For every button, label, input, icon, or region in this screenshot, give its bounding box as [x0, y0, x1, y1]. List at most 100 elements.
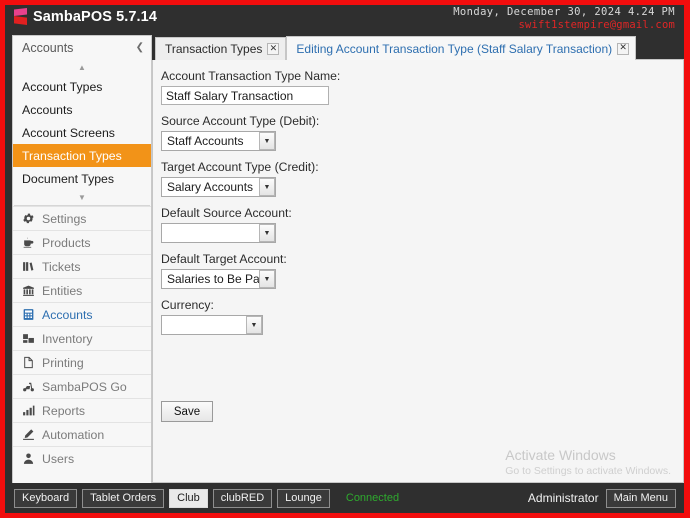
- chevron-down-icon[interactable]: ▼: [259, 270, 275, 288]
- label-default-target-account: Default Target Account:: [161, 252, 287, 266]
- field-group-default-target-account: Default Target Account: Salaries to Be P…: [161, 252, 683, 289]
- label-account-transaction-type-name: Account Transaction Type Name:: [161, 69, 341, 83]
- calculator-icon: [21, 308, 35, 322]
- field-group-default-source-account: Default Source Account: ▼: [161, 206, 683, 243]
- target-account-type-value: Salary Accounts: [167, 180, 254, 194]
- user-icon: [21, 452, 35, 466]
- brand-block: SambaPOS 5.7.14: [12, 8, 157, 26]
- sidebar-item-account-types[interactable]: Account Types: [13, 75, 151, 98]
- application-inner: SambaPOS 5.7.14 Monday, December 30, 202…: [5, 5, 684, 513]
- sidebar-item-label: Tickets: [42, 259, 81, 274]
- sidebar-header: Accounts ❮: [13, 36, 151, 60]
- tab-editing-account-transaction-type[interactable]: Editing Account Transaction Type (Staff …: [286, 36, 637, 60]
- chevron-down-icon[interactable]: ▼: [13, 190, 151, 205]
- books-icon: [21, 260, 35, 274]
- sidebar-title: Accounts: [22, 41, 74, 55]
- default-target-account-value: Salaries to Be Paid: [167, 272, 259, 286]
- tablet-orders-button[interactable]: Tablet Orders: [82, 488, 165, 508]
- tab-strip-filler: [636, 37, 684, 60]
- sidebar-item-label: Users: [42, 451, 75, 466]
- sidebar-item-accounts[interactable]: Accounts: [13, 98, 151, 121]
- sidebar-item-settings[interactable]: Settings: [13, 206, 151, 230]
- tab-label: Transaction Types: [165, 42, 263, 56]
- sidebar-item-label: Accounts: [42, 307, 93, 322]
- scooter-icon: [21, 380, 35, 394]
- label-source-account-type: Source Account Type (Debit):: [161, 114, 320, 128]
- chevron-down-icon[interactable]: ▼: [259, 224, 275, 242]
- sidebar-item-label: Settings: [42, 211, 87, 226]
- status-bar: Keyboard Tablet Orders Club clubRED Loun…: [5, 483, 684, 513]
- content-area: Account Transaction Type Name: Source Ac…: [152, 60, 684, 483]
- save-button[interactable]: Save: [161, 401, 213, 422]
- tab-strip: Transaction Types ✕ Editing Account Tran…: [152, 35, 684, 60]
- page-icon: [21, 356, 35, 370]
- sidebar-item-reports[interactable]: Reports: [13, 398, 151, 422]
- label-default-source-account: Default Source Account:: [161, 206, 292, 220]
- sidebar-item-account-screens[interactable]: Account Screens: [13, 121, 151, 144]
- sidebar-item-label: Account Types: [22, 79, 103, 94]
- chevron-down-icon[interactable]: ▼: [259, 132, 275, 150]
- tab-label: Editing Account Transaction Type (Staff …: [296, 41, 613, 56]
- watermark-subtitle: Go to Settings to activate Windows.: [505, 464, 671, 477]
- lounge-button[interactable]: Lounge: [277, 488, 330, 508]
- source-account-type-select[interactable]: Staff Accounts ▼: [161, 131, 276, 151]
- sidebar-item-printing[interactable]: Printing: [13, 350, 151, 374]
- sidebar-item-inventory[interactable]: Inventory: [13, 326, 151, 350]
- bar-chart-icon: [21, 404, 35, 418]
- sidebar-item-label: Products: [42, 235, 91, 250]
- main-menu-button[interactable]: Main Menu: [605, 488, 676, 508]
- body-region: Accounts ❮ ▲ Account Types Accounts Acco…: [5, 35, 684, 483]
- sidebar-item-transaction-types[interactable]: Transaction Types: [13, 144, 151, 167]
- sidebar-item-label: Account Screens: [22, 125, 115, 140]
- title-bar: SambaPOS 5.7.14 Monday, December 30, 202…: [5, 5, 684, 35]
- bank-building-icon: [21, 284, 35, 298]
- source-account-type-value: Staff Accounts: [167, 134, 244, 148]
- sidebar-item-label: Automation: [42, 427, 105, 442]
- account-transaction-type-name-input[interactable]: [161, 86, 329, 105]
- app-title: SambaPOS 5.7.14: [33, 9, 158, 25]
- label-currency: Currency:: [161, 298, 214, 312]
- label-target-account-type: Target Account Type (Credit):: [161, 160, 319, 174]
- close-icon[interactable]: ✕: [267, 43, 280, 55]
- gear-icon: [21, 212, 35, 226]
- chevron-up-icon[interactable]: ▲: [13, 60, 151, 75]
- sidebar-item-label: Accounts: [22, 102, 73, 117]
- sambapos-logo-icon: [12, 8, 28, 26]
- coffee-cup-icon: [21, 236, 35, 250]
- status-bar-right: Administrator Main Menu: [528, 488, 676, 508]
- sidebar-item-automation[interactable]: Automation: [13, 422, 151, 446]
- sidebar-item-entities[interactable]: Entities: [13, 278, 151, 302]
- sidebar-item-products[interactable]: Products: [13, 230, 151, 254]
- sidebar-item-label: Document Types: [22, 171, 115, 186]
- sidebar-item-tickets[interactable]: Tickets: [13, 254, 151, 278]
- clubred-button[interactable]: clubRED: [212, 488, 273, 508]
- pen-icon: [21, 428, 35, 442]
- field-group-name: Account Transaction Type Name:: [161, 69, 683, 105]
- target-account-type-select[interactable]: Salary Accounts ▼: [161, 177, 276, 197]
- boxes-icon: [21, 332, 35, 346]
- chevron-left-icon[interactable]: ❮: [136, 43, 144, 53]
- status-bar-left: Keyboard Tablet Orders Club clubRED Loun…: [14, 488, 399, 508]
- watermark-title: Activate Windows: [505, 447, 616, 464]
- sidebar-item-document-types[interactable]: Document Types: [13, 167, 151, 190]
- sidebar-item-label: Inventory: [42, 331, 93, 346]
- chevron-down-icon[interactable]: ▼: [246, 316, 262, 334]
- close-icon[interactable]: ✕: [617, 42, 630, 55]
- activate-windows-watermark: Activate Windows Go to Settings to activ…: [505, 447, 671, 478]
- tab-transaction-types[interactable]: Transaction Types ✕: [155, 37, 287, 60]
- sidebar-item-users[interactable]: Users: [13, 446, 151, 470]
- default-source-account-select[interactable]: ▼: [161, 223, 276, 243]
- club-button[interactable]: Club: [169, 488, 208, 508]
- sidebar-item-sambapos-go[interactable]: SambaPOS Go: [13, 374, 151, 398]
- keyboard-button[interactable]: Keyboard: [14, 488, 78, 508]
- account-transaction-type-form: Account Transaction Type Name: Source Ac…: [153, 60, 683, 335]
- application-window: SambaPOS 5.7.14 Monday, December 30, 202…: [0, 0, 690, 518]
- sidebar-item-label: SambaPOS Go: [42, 379, 127, 394]
- default-target-account-select[interactable]: Salaries to Be Paid ▼: [161, 269, 276, 289]
- user-email: swift1stempire@gmail.com: [518, 19, 675, 31]
- field-group-currency: Currency: ▼: [161, 298, 683, 335]
- sidebar-item-accounts-nav[interactable]: Accounts: [13, 302, 151, 326]
- main-panel: Transaction Types ✕ Editing Account Tran…: [152, 35, 684, 483]
- chevron-down-icon[interactable]: ▼: [259, 178, 275, 196]
- currency-select[interactable]: ▼: [161, 315, 263, 335]
